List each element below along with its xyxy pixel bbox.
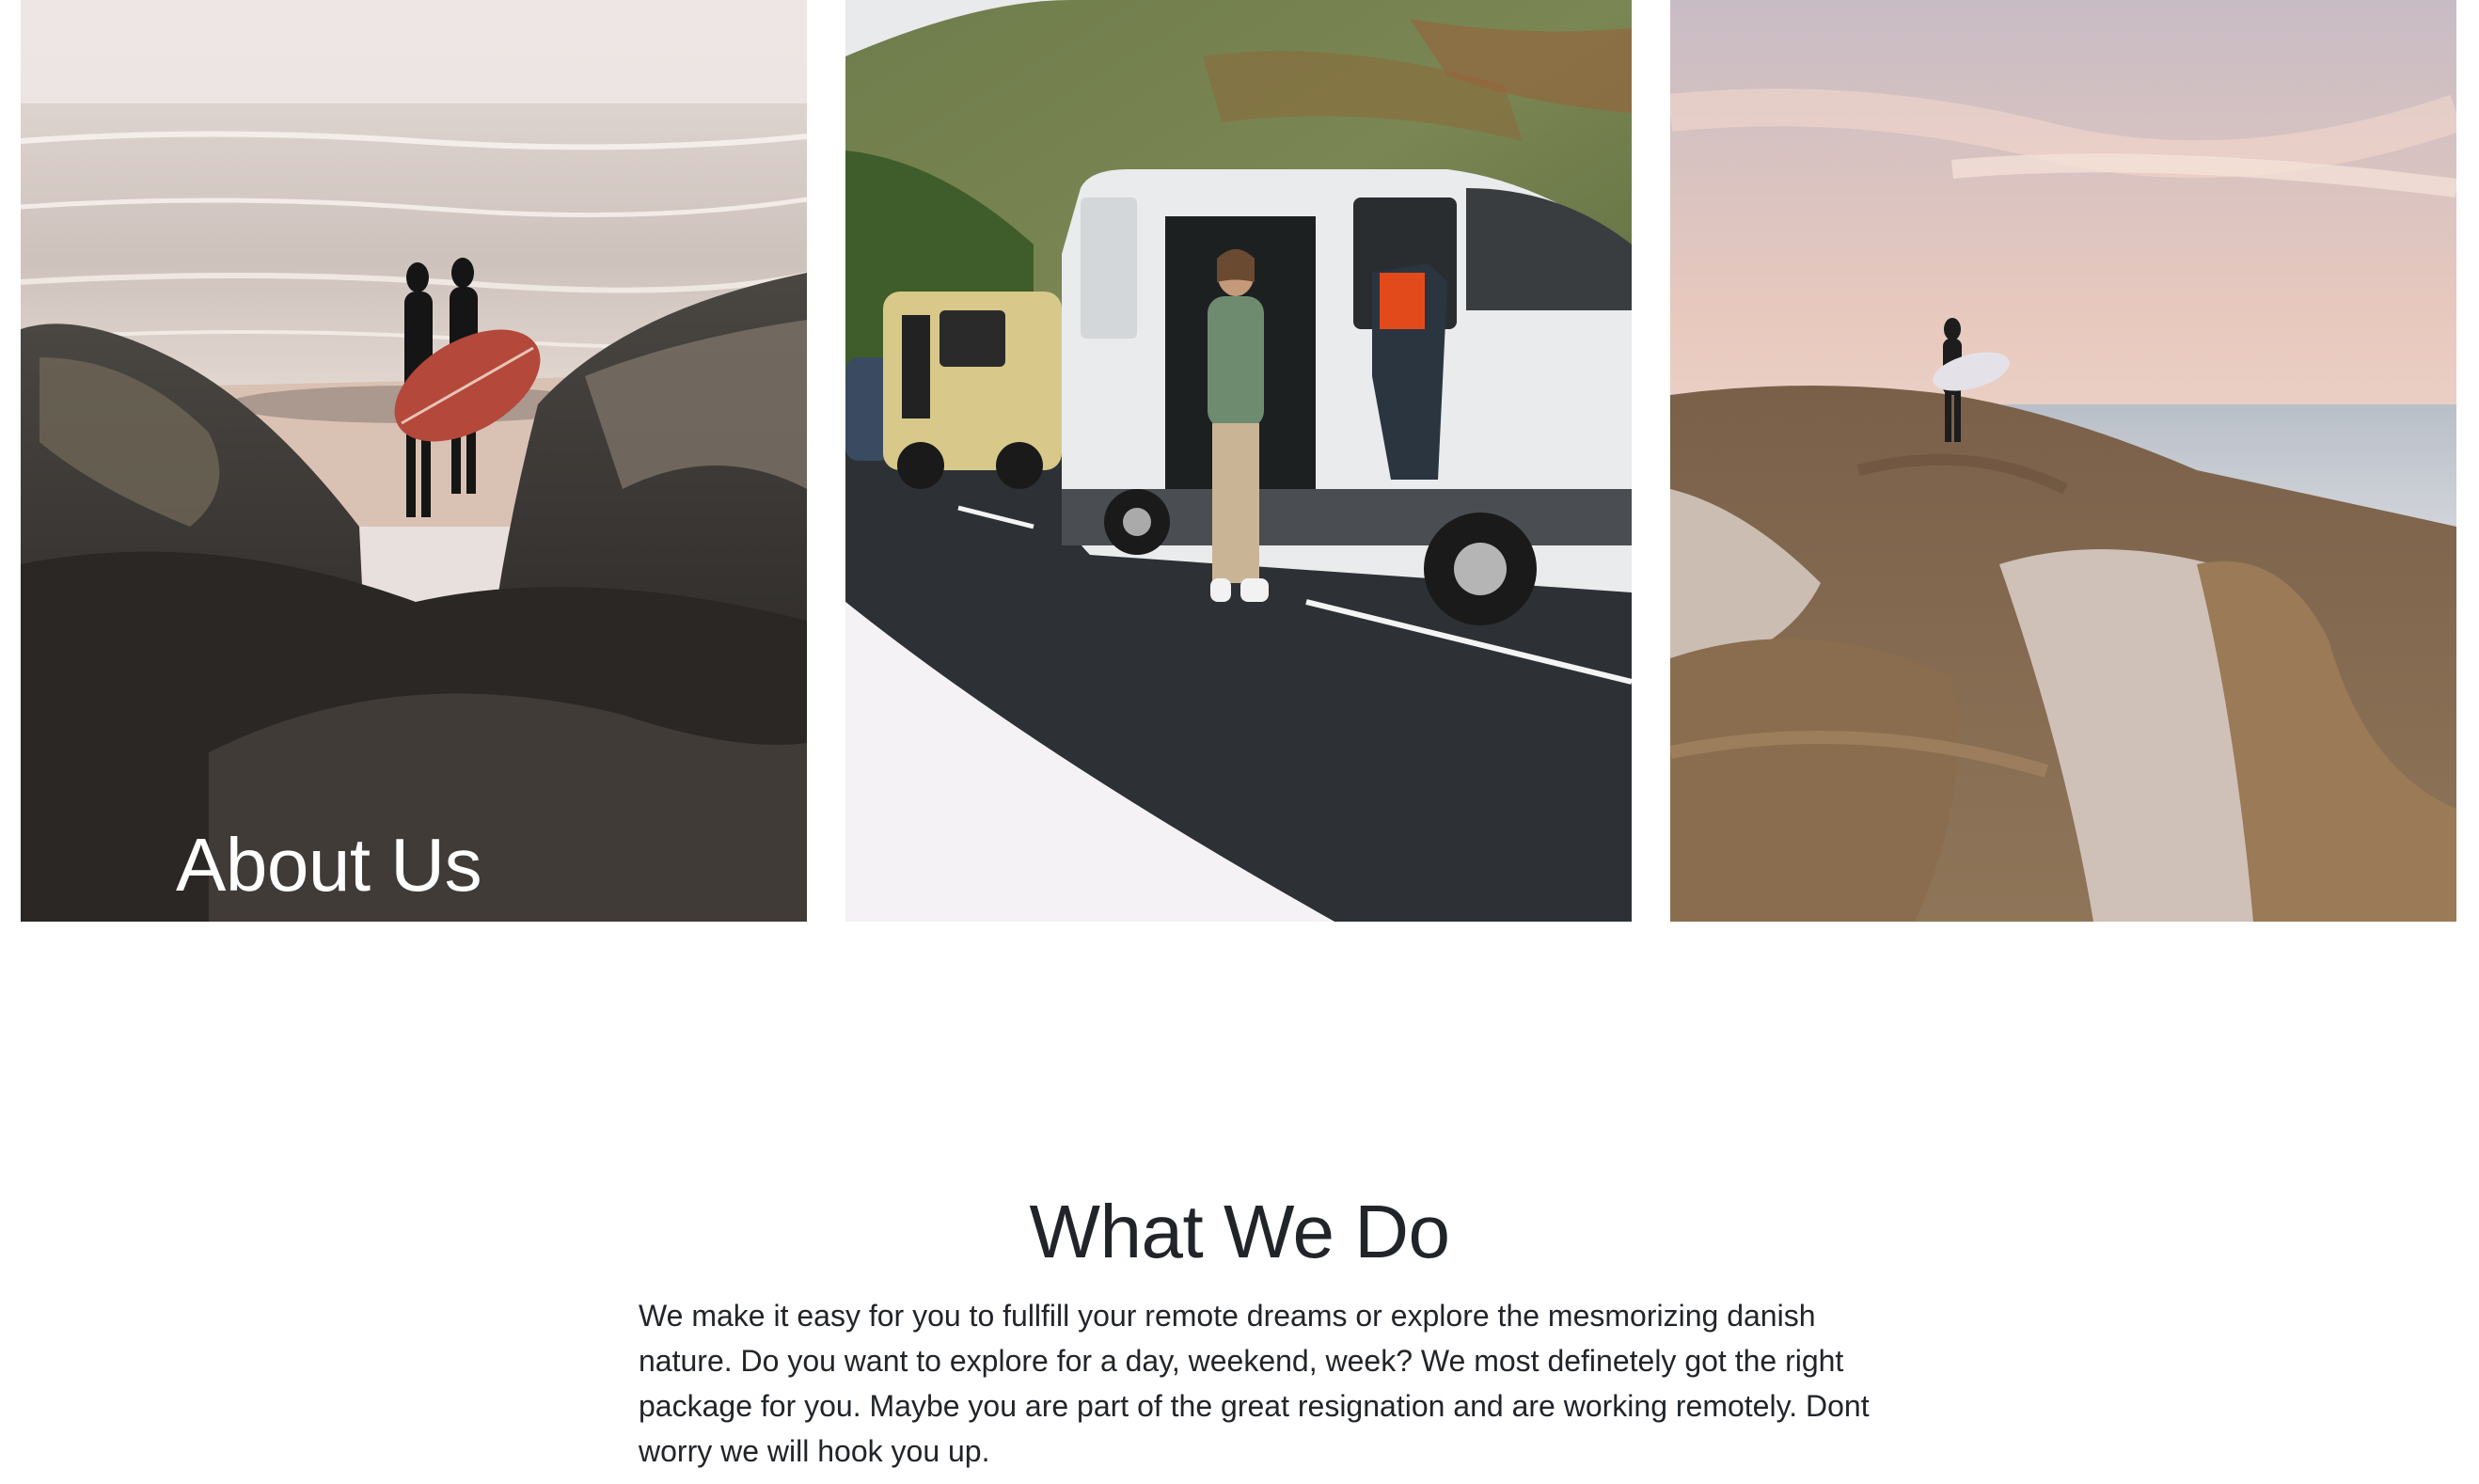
about-us-heading: About Us bbox=[176, 823, 482, 907]
what-we-do-section: What We Do We make it easy for you to fu… bbox=[0, 1180, 2479, 1468]
what-we-do-description: We make it easy for you to fullfill your… bbox=[639, 1299, 1870, 1468]
surfer-dunes-image bbox=[1670, 0, 2456, 922]
surfers-rocky-beach-image: About Us bbox=[21, 0, 807, 922]
camper-vans-on-coastal-road-photo bbox=[845, 0, 1632, 922]
camper-vans-image bbox=[845, 0, 1632, 922]
surfer-on-sand-dunes-photo bbox=[1670, 0, 2456, 922]
surfers-on-rocky-beach-photo bbox=[21, 0, 807, 922]
what-we-do-heading: What We Do bbox=[1029, 1190, 1451, 1273]
